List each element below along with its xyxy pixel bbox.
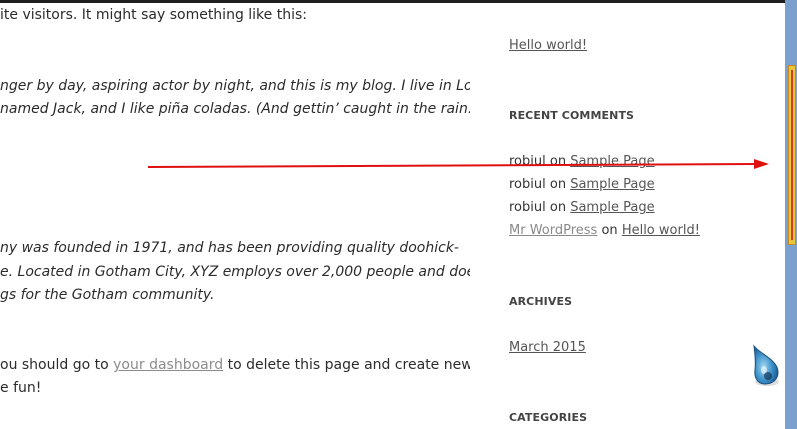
comment-author-link[interactable]: Mr WordPress	[509, 223, 597, 238]
comment-item: robiul on Sample Page	[509, 154, 655, 169]
closing-text-suffix: to delete this page and create new	[223, 357, 470, 373]
archive-item: March 2015	[509, 340, 586, 355]
recent-post-item: Hello world!	[509, 38, 587, 53]
comment-author: robiul	[509, 200, 546, 215]
archives-heading: ARCHIVES	[509, 295, 573, 308]
intro-text: ite visitors. It might say something lik…	[0, 7, 307, 23]
comment-item: robiul on Sample Page	[509, 177, 655, 192]
comment-on: on	[549, 154, 567, 169]
scrollbar-thumb-marker	[791, 70, 793, 240]
closing-text-prefix: ou should go to	[0, 357, 114, 373]
archive-link[interactable]: March 2015	[509, 340, 586, 355]
comment-post-link[interactable]: Sample Page	[570, 200, 654, 215]
quote-1-line-1: nger by day, aspiring actor by night, an…	[0, 78, 470, 94]
sidebar: Hello world! RECENT COMMENTS robiul on S…	[509, 0, 779, 429]
comment-on: on	[601, 223, 618, 238]
quote-2-line-1: ny was founded in 1971, and has been pro…	[0, 240, 459, 256]
comment-author: robiul	[509, 154, 546, 169]
recent-post-link[interactable]: Hello world!	[509, 38, 587, 53]
recent-comments-heading: RECENT COMMENTS	[509, 109, 635, 122]
closing-text-line-1: ou should go to your dashboard to delete…	[0, 357, 470, 373]
comment-post-link[interactable]: Sample Page	[570, 154, 654, 169]
comment-author: robiul	[509, 177, 546, 192]
comment-post-link[interactable]: Hello world!	[622, 223, 700, 238]
comment-item: Mr WordPress on Hello world!	[509, 223, 700, 238]
quote-1-line-2: named Jack, and I like piña coladas. (An…	[0, 101, 470, 117]
quote-2-line-3: gs for the Gotham community.	[0, 287, 215, 303]
page-content: ite visitors. It might say something lik…	[0, 0, 470, 429]
water-drop-icon[interactable]	[748, 342, 782, 388]
comment-on: on	[549, 177, 567, 192]
comment-on: on	[549, 200, 567, 215]
comment-post-link[interactable]: Sample Page	[570, 177, 654, 192]
categories-heading: CATEGORIES	[509, 411, 588, 424]
quote-2-line-2: e. Located in Gotham City, XYZ employs o…	[0, 264, 470, 280]
closing-text-line-2: e fun!	[0, 380, 42, 396]
dashboard-link[interactable]: your dashboard	[113, 357, 223, 373]
comment-item: robiul on Sample Page	[509, 200, 655, 215]
